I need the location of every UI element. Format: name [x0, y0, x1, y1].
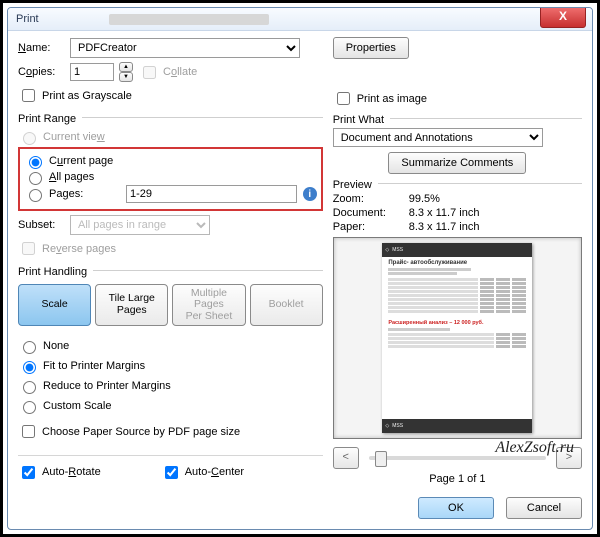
copies-down[interactable]: ▼: [119, 72, 133, 82]
slider-thumb[interactable]: [375, 451, 387, 467]
info-icon[interactable]: i: [303, 187, 317, 201]
preview-doc-title: Прайс- автообслуживание: [388, 260, 526, 266]
paper-v: 8.3 x 11.7 inch: [409, 221, 480, 233]
title-redacted: [109, 14, 269, 25]
tab-booklet[interactable]: Booklet: [250, 284, 323, 326]
current-view-radio: Current viewCurrent view: [18, 129, 323, 145]
name-label: NName:ame:: [18, 42, 64, 54]
copies-up[interactable]: ▲: [119, 62, 133, 72]
pages-radio[interactable]: Pages:Pages:: [24, 186, 120, 202]
doc-k: Document:: [333, 207, 401, 219]
tab-tile[interactable]: Tile LargePagesTile Large Pages: [95, 284, 168, 326]
window-title: Print: [16, 13, 39, 25]
preview-group: Preview: [333, 179, 372, 191]
cancel-button[interactable]: Cancel: [506, 497, 582, 519]
scale-fit[interactable]: Fit to Printer Margins: [18, 358, 323, 374]
page-status: Page 1 of 1: [333, 473, 582, 485]
range-group: Print Range: [18, 113, 76, 125]
zoom-k: Zoom:: [333, 193, 401, 205]
preview-area: ◇MSS Прайс- автообслуживание: [333, 237, 582, 439]
auto-rotate-check[interactable]: Auto-RotateAuto-Rotate: [18, 463, 101, 482]
subset-select: All pages in range: [70, 215, 210, 235]
paper-source-check[interactable]: Choose Paper Source by PDF page size: [18, 422, 323, 441]
next-page-button[interactable]: >: [556, 447, 582, 469]
grayscale-checkbox[interactable]: [22, 89, 35, 102]
scale-none[interactable]: None: [18, 338, 323, 354]
print-image-check[interactable]: Print as image: [333, 89, 582, 108]
summarize-button[interactable]: Summarize Comments: [388, 152, 526, 174]
scale-reduce[interactable]: Reduce to Printer Margins: [18, 378, 323, 394]
collate-check: CollateCollate: [139, 63, 197, 82]
handling-group: Print Handling: [18, 266, 87, 278]
properties-button[interactable]: Properties: [333, 37, 409, 59]
pages-input[interactable]: [126, 185, 297, 203]
preview-sheet: ◇MSS Прайс- автообслуживание: [382, 243, 532, 433]
copies-label: Copies:Copies:: [18, 66, 64, 78]
doc-v: 8.3 x 11.7 inch: [409, 207, 480, 219]
subset-label: Subset:: [18, 219, 64, 231]
zoom-v: 99.5%: [409, 193, 440, 205]
current-page-radio[interactable]: Current pageCurrent page: [24, 153, 317, 169]
paper-k: Paper:: [333, 221, 401, 233]
auto-center-check[interactable]: Auto-CenterAuto-Center: [161, 463, 244, 482]
prev-page-button[interactable]: <: [333, 447, 359, 469]
print-what-group: Print What: [333, 114, 384, 126]
all-pages-radio[interactable]: All pagesAll pages: [24, 169, 317, 185]
reverse-check: Reverse pagesReverse pages: [18, 239, 323, 258]
collate-checkbox: [143, 66, 156, 79]
grayscale-check[interactable]: Print as Grayscale: [18, 86, 323, 105]
printer-select[interactable]: PDFCreator: [70, 38, 300, 58]
scale-custom[interactable]: Custom Scale: [18, 398, 323, 414]
preview-red-text: Расширенный анализ – 12 000 руб.: [388, 320, 526, 326]
page-slider[interactable]: [369, 456, 546, 460]
copies-input[interactable]: [70, 63, 114, 81]
tab-multiple[interactable]: Multiple PagesPer SheetMultiple Pages Pe…: [172, 284, 245, 326]
close-button[interactable]: X: [540, 7, 586, 28]
print-what-select[interactable]: Document and Annotations: [333, 128, 543, 146]
ok-button[interactable]: OK: [418, 497, 494, 519]
tab-scale[interactable]: Scale: [18, 284, 91, 326]
